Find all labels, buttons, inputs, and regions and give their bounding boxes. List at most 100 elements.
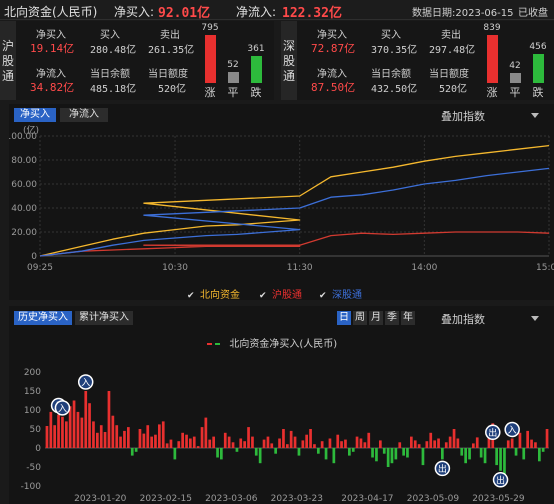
net-buy-bar — [309, 429, 312, 448]
net-buy-bar — [119, 436, 122, 448]
net-buy-bar — [522, 448, 526, 460]
period-month[interactable]: 月 — [369, 311, 383, 325]
overlay-index-select[interactable]: 叠加指数 — [441, 108, 485, 124]
sz-quota-value: 520亿 — [439, 84, 468, 95]
net-buy-bar — [96, 432, 99, 448]
net-buy-bar — [57, 414, 60, 448]
x-tick-label: 10:30 — [162, 263, 188, 273]
intraday-line-chart: (亿)100.0080.0060.0040.0020.00009:2510:30… — [9, 124, 554, 273]
legend-sh[interactable]: ✔ 沪股通 — [259, 286, 302, 301]
marker-label: 入 — [81, 378, 90, 389]
net-buy-bar — [417, 444, 421, 448]
y-tick-label: 20.00 — [11, 228, 37, 238]
y-tick-label: 200 — [24, 368, 41, 378]
net-buy-bar — [169, 439, 173, 448]
x-tick-label: 11:30 — [287, 263, 313, 273]
x-tick-label: 2023-03-06 — [205, 494, 258, 504]
tab-net-buy[interactable]: 净买入 — [14, 108, 56, 122]
period-year[interactable]: 年 — [401, 311, 415, 325]
y-tick-label: 50 — [30, 425, 42, 435]
net-buy-bar — [270, 443, 274, 448]
history-overlay-index-select[interactable]: 叠加指数 — [441, 311, 485, 327]
net-buy-bar — [223, 432, 227, 448]
x-tick-label: 15:00 — [536, 263, 554, 273]
net-buy-bar — [499, 448, 502, 471]
x-tick-label: 2023-04-17 — [341, 494, 393, 504]
period-day[interactable]: 日 — [337, 311, 351, 325]
net-buy-bar — [262, 439, 266, 448]
net-buy-bar — [503, 448, 506, 475]
net-buy-bar — [479, 448, 483, 458]
intraday-section: 净买入 净流入 叠加指数 (亿)100.0080.0060.0040.0020.… — [9, 104, 554, 301]
net-buy-bar — [406, 448, 409, 458]
chevron-down-icon[interactable] — [531, 316, 539, 321]
marker-label: 入 — [58, 403, 67, 414]
net-buy-bar — [181, 432, 184, 448]
net-buy-bar — [115, 425, 119, 448]
sz-balance-label: 当日余额 — [371, 69, 411, 80]
period-quarter[interactable]: 季 — [385, 311, 399, 325]
sh-flat-bar — [228, 72, 239, 83]
tab-net-inflow[interactable]: 净流入 — [60, 108, 108, 122]
tab-cumulative-net-buy[interactable]: 累计净买入 — [75, 311, 133, 325]
sh-up-label: 涨 — [204, 86, 216, 99]
sh-down-label: 跌 — [250, 86, 262, 99]
header-bar: 北向资金(人民币) 净买入: 92.01亿 净流入: 122.32亿 数据日期:… — [0, 0, 554, 21]
sh-balance-label: 当日余额 — [90, 69, 130, 80]
net-buy-bar — [452, 429, 456, 448]
buy-in-marker: 入 — [54, 400, 71, 416]
x-tick-label: 2023-03-23 — [271, 494, 323, 504]
sh-buy-label: 买入 — [100, 30, 120, 41]
checkbox-checked-icon[interactable]: ✔ — [187, 292, 196, 301]
sz-down-label: 跌 — [532, 86, 544, 99]
net-buy-bar — [363, 442, 367, 448]
checkbox-checked-icon[interactable]: ✔ — [259, 292, 268, 301]
net-buy-bar — [289, 430, 293, 448]
north-series-line — [39, 144, 550, 257]
net-buy-bar — [208, 439, 212, 448]
net-buy-bar — [165, 443, 169, 448]
chevron-down-icon[interactable] — [531, 113, 539, 118]
net-buy-bar — [65, 421, 68, 448]
net-buy-bar — [506, 440, 510, 448]
legend-sz[interactable]: ✔ 深股通 — [319, 286, 362, 301]
net-buy-bar — [173, 448, 177, 460]
net-buy-bar — [142, 433, 146, 448]
legend-north[interactable]: ✔ 北向资金 — [187, 286, 240, 301]
sh-up-bar — [205, 35, 216, 83]
y-tick-label: 0 — [35, 444, 41, 454]
sz-buy-value: 370.35亿 — [371, 45, 418, 56]
net-buy-bar — [216, 448, 219, 458]
net-buy-bar — [367, 432, 371, 448]
sz-flat-bar — [510, 73, 521, 83]
net-buy-bar — [332, 448, 336, 464]
net-buy-bar — [348, 448, 351, 456]
net-buy-bar — [192, 436, 196, 448]
net-buy-bar — [301, 440, 305, 448]
x-tick-label: 2023-05-09 — [407, 494, 460, 504]
sz-quota-label: 当日额度 — [429, 69, 469, 80]
tab-history-net-buy[interactable]: 历史净买入 — [14, 311, 72, 325]
sh-down-count: 361 — [247, 44, 265, 54]
x-tick-label: 2023-05-29 — [472, 494, 525, 504]
net-buy-bar — [45, 426, 49, 448]
net-buy-bar — [371, 448, 374, 458]
sh-flat-label: 平 — [227, 86, 239, 99]
sh-connect-label: 沪股通 — [0, 21, 16, 100]
period-week[interactable]: 周 — [353, 311, 367, 325]
net-buy-bar — [53, 425, 56, 448]
net-buy-bar — [359, 438, 363, 448]
sh-balance-value: 485.18亿 — [90, 84, 137, 95]
net-buy-bar — [336, 434, 340, 448]
net-buy-bar — [161, 421, 165, 448]
marker-label: 入 — [508, 425, 517, 436]
net-buy-bar — [429, 432, 433, 448]
net-buy-bar — [138, 429, 142, 448]
sh-flat-count: 52 — [227, 60, 239, 70]
net-buy-bar — [134, 448, 138, 452]
net-buy-bar — [472, 443, 475, 448]
net-buy-value: 92.01亿 — [158, 6, 211, 21]
net-buy-bar — [282, 429, 285, 448]
net-buy-bar — [254, 448, 258, 456]
checkbox-checked-icon[interactable]: ✔ — [319, 292, 328, 301]
